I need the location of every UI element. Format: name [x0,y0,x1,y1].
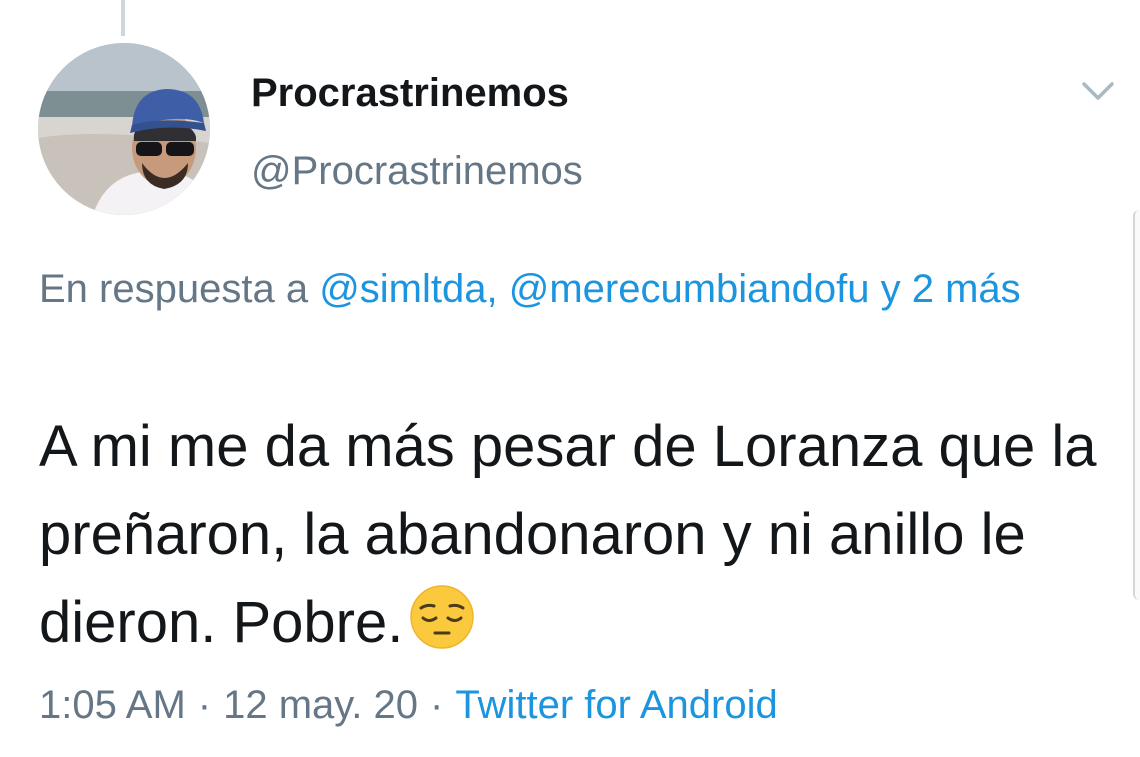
chevron-down-icon[interactable] [1080,78,1116,104]
avatar-photo [38,43,210,215]
tweet-body: A mi me da más pesar de Loranza que la p… [39,414,1097,655]
thread-connector-line [121,0,125,36]
avatar[interactable] [38,43,210,215]
meta-separator: · [430,683,444,727]
tweet-source-link[interactable]: Twitter for Android [455,683,777,727]
more-mentions-link[interactable]: y 2 más [881,267,1021,311]
pensive-face-emoji-icon [409,584,475,650]
author-handle[interactable]: @Procrastrinemos [251,148,583,194]
tweet-metadata: 1:05 AM · 12 may. 20 · Twitter for Android [39,680,778,730]
author-display-name[interactable]: Procrastrinemos [251,70,569,116]
reply-context: En respuesta a @simltda, @merecumbiandof… [39,258,1114,320]
mention-link-merecumbiandofu[interactable]: @merecumbiandofu [509,267,870,311]
scrollbar-edge [1133,210,1140,600]
reply-prefix: En respuesta a [39,267,309,311]
tweet-time[interactable]: 1:05 AM [39,683,186,727]
mention-link-simltda[interactable]: @simltda, [319,267,497,311]
meta-separator: · [197,683,212,727]
tweet-text: A mi me da más pesar de Loranza que la p… [39,403,1129,667]
tweet-date[interactable]: 12 may. 20 [223,683,418,727]
